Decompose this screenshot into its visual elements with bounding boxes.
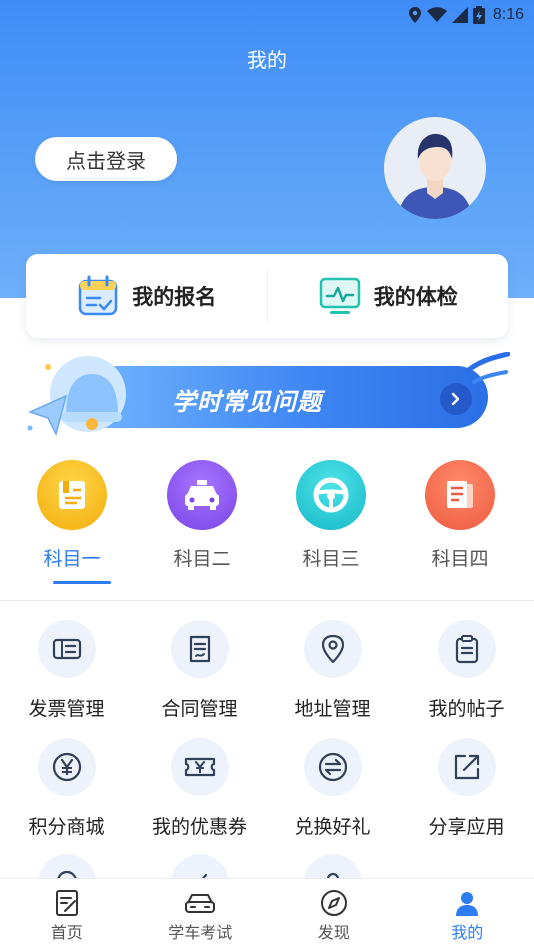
chevron-right-icon	[451, 392, 460, 406]
avatar[interactable]	[384, 117, 486, 219]
subject-label: 科目四	[431, 548, 489, 570]
tab-subject-two[interactable]: 科目二	[142, 458, 262, 571]
service-label: 发票管理	[28, 698, 105, 720]
service-redeem-gifts[interactable]: 兑换好礼	[266, 738, 399, 839]
calendar-check-icon	[79, 275, 118, 316]
banner-arrow-button[interactable]	[440, 383, 472, 415]
coupon-icon	[184, 757, 215, 777]
subject-label: 科目一	[43, 548, 101, 570]
steering-wheel-icon	[296, 460, 366, 530]
subject-tabs: 科目一 科目二 科目三 科目四	[0, 458, 534, 590]
location-icon	[321, 634, 344, 664]
tab-label: 发现	[317, 923, 350, 942]
monitor-pulse-icon	[319, 277, 360, 314]
my-registration-label: 我的报名	[132, 285, 217, 309]
banner-text: 学时常见问题	[172, 388, 322, 416]
page-title: 我的	[247, 48, 287, 72]
tab-label: 学车考试	[168, 923, 233, 942]
clipboard-icon	[455, 635, 478, 664]
service-label: 分享应用	[428, 816, 505, 838]
service-label: 我的帖子	[428, 698, 505, 720]
subject-label: 科目三	[302, 548, 360, 570]
service-points-mall[interactable]: 积分商城	[0, 738, 133, 839]
documents-icon	[425, 460, 495, 530]
service-share-app[interactable]: 分享应用	[400, 738, 533, 839]
service-label: 合同管理	[161, 698, 238, 720]
yen-coin-icon	[52, 752, 81, 782]
service-my-posts[interactable]: 我的帖子	[400, 620, 533, 721]
status-bar: 8:16	[0, 0, 534, 30]
active-tab-indicator	[53, 581, 111, 584]
tab-label: 首页	[50, 923, 83, 942]
tab-home[interactable]: 首页	[0, 879, 134, 950]
service-my-coupons[interactable]: 我的优惠券	[133, 738, 266, 839]
tab-mine[interactable]: 我的	[401, 879, 534, 950]
quick-actions-card: 我的报名 我的体检	[26, 254, 508, 338]
tab-subject-one[interactable]: 科目一	[12, 458, 132, 571]
book-icon	[37, 460, 107, 530]
user-profile-icon	[456, 892, 479, 916]
bell-decoration-icon	[27, 356, 126, 437]
service-invoice-management[interactable]: 发票管理	[0, 620, 133, 721]
my-physical-exam-label: 我的体检	[373, 285, 458, 309]
tab-label: 我的	[451, 923, 484, 942]
service-label: 我的优惠券	[151, 816, 247, 838]
taxi-icon	[167, 460, 237, 530]
wave-decoration	[466, 352, 510, 384]
battery-icon	[472, 6, 485, 24]
service-label: 地址管理	[294, 698, 371, 720]
subject-label: 科目二	[173, 548, 231, 570]
share-icon	[454, 754, 479, 780]
my-registration-button[interactable]: 我的报名	[26, 254, 267, 338]
service-address-management[interactable]: 地址管理	[266, 620, 399, 721]
service-label: 积分商城	[28, 816, 105, 838]
signal-icon	[451, 7, 468, 23]
service-label: 兑换好礼	[294, 816, 371, 838]
car-icon	[185, 894, 216, 913]
bottom-tab-bar: 首页 学车考试 发现 我的	[0, 878, 534, 950]
contract-icon	[189, 635, 210, 663]
status-time: 8:16	[492, 6, 524, 23]
home-document-icon	[55, 890, 78, 916]
section-divider	[0, 600, 534, 601]
exchange-icon	[318, 752, 347, 782]
wifi-icon	[426, 7, 447, 22]
tab-subject-three[interactable]: 科目三	[271, 458, 391, 571]
location-status-icon	[408, 7, 421, 23]
service-contract-management[interactable]: 合同管理	[133, 620, 266, 721]
tab-driving-exam[interactable]: 学车考试	[134, 879, 268, 950]
invoice-icon	[52, 638, 81, 660]
tab-discover[interactable]: 发现	[267, 879, 401, 950]
compass-icon	[320, 890, 347, 916]
my-physical-exam-button[interactable]: 我的体检	[268, 254, 509, 338]
login-button[interactable]: 点击登录	[35, 137, 177, 181]
tab-subject-four[interactable]: 科目四	[400, 458, 520, 571]
faq-banner[interactable]: 学时常见问题	[26, 352, 510, 442]
